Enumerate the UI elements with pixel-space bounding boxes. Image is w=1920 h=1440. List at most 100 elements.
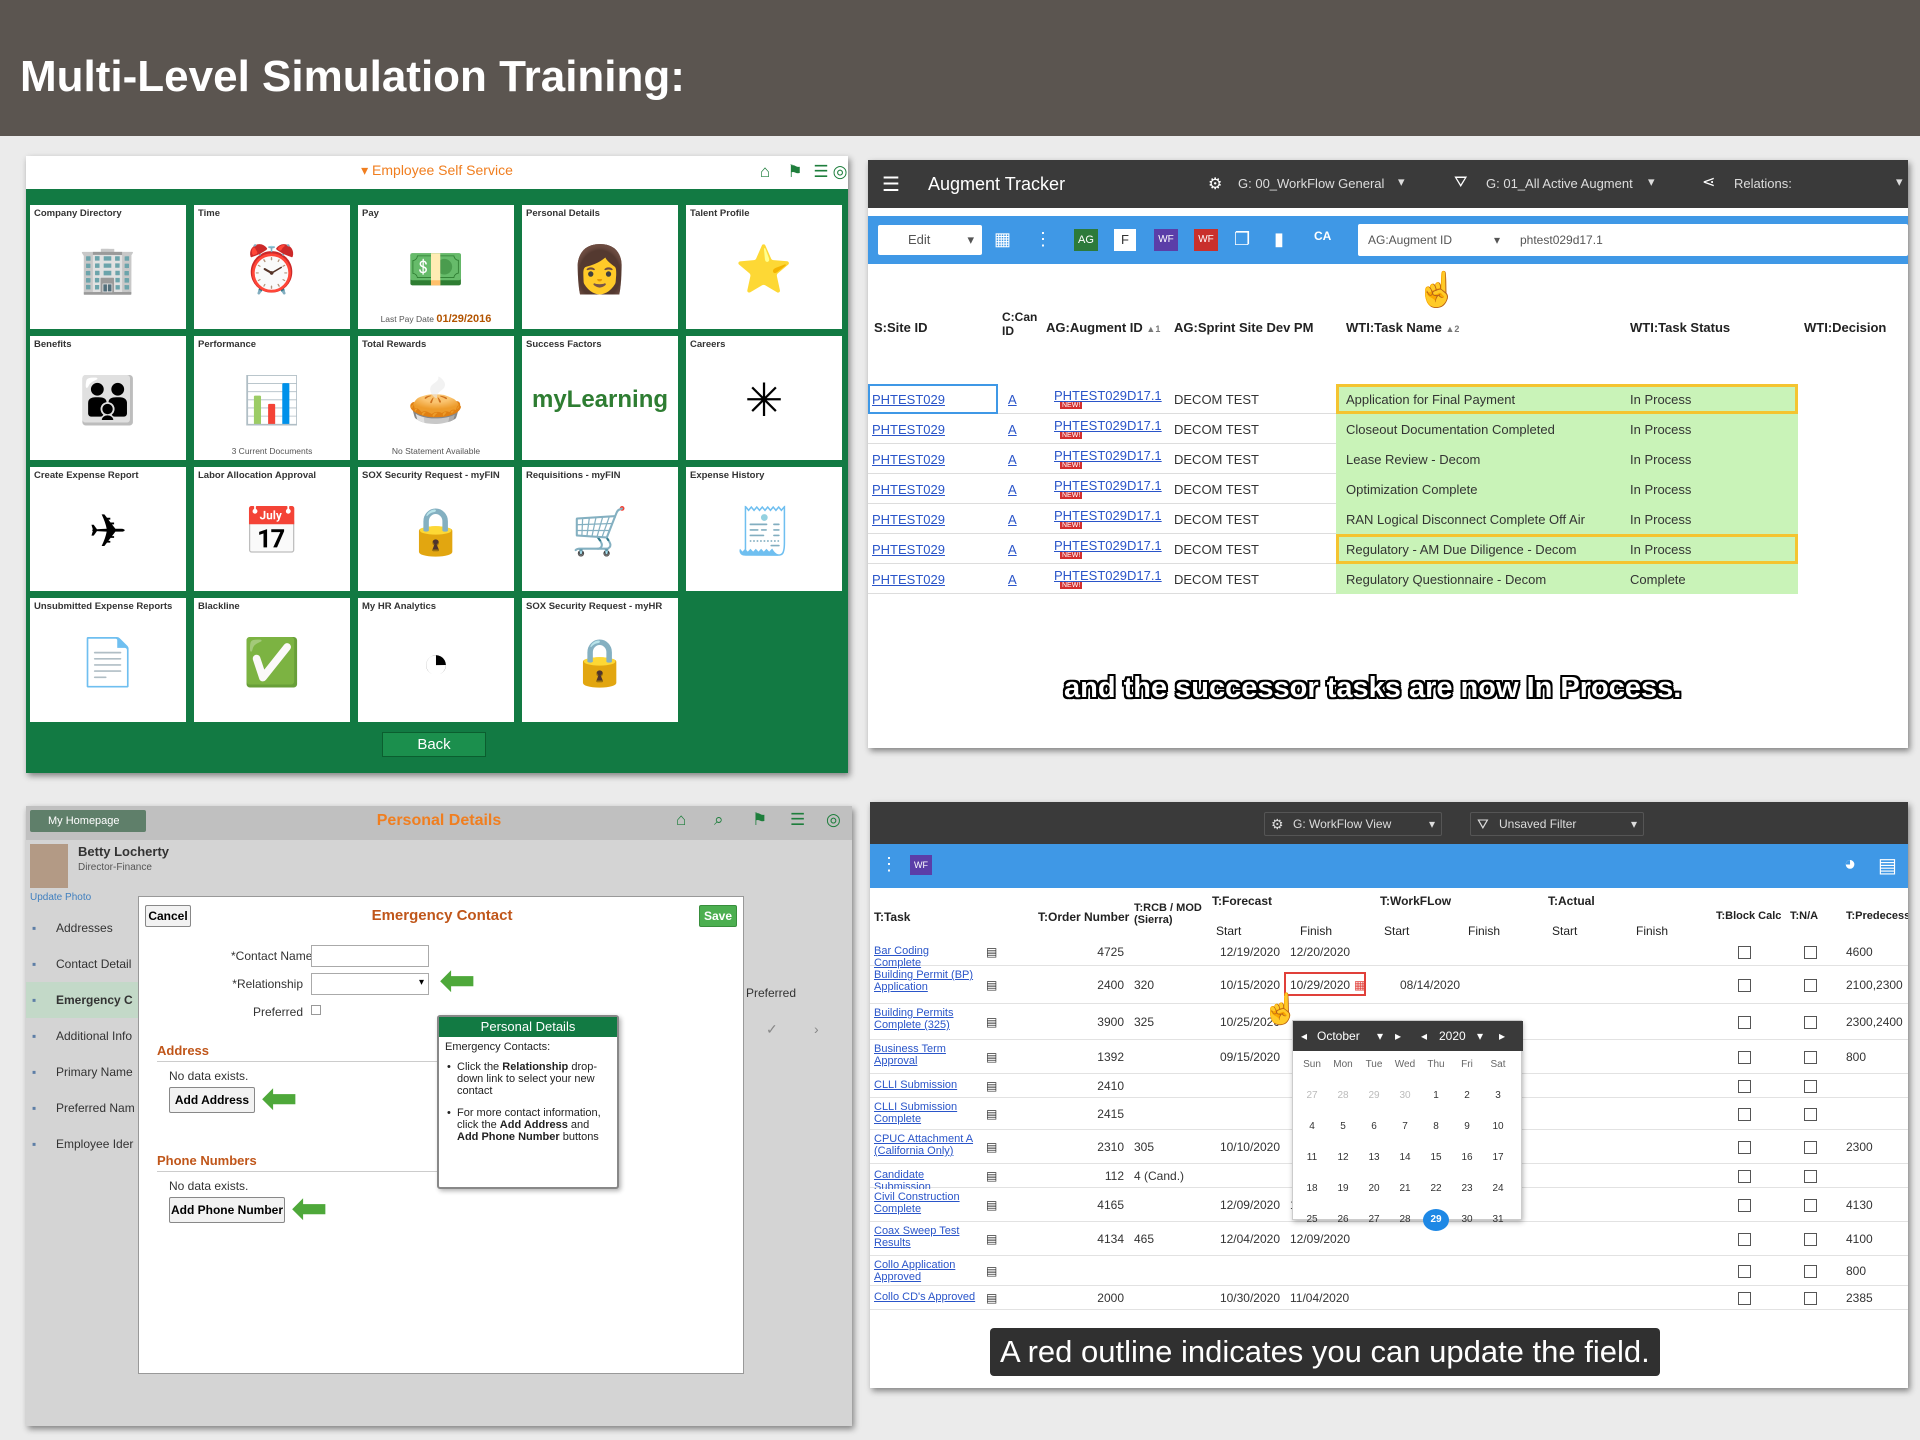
block-calc-checkbox[interactable] bbox=[1738, 946, 1751, 959]
notes-icon[interactable]: ▤ bbox=[986, 1264, 997, 1278]
col-task[interactable]: T:Task bbox=[874, 910, 910, 924]
filter-dropdown[interactable]: ⛛ Unsaved Filter ▾ bbox=[1470, 812, 1644, 836]
ca-icon[interactable]: CA bbox=[1314, 229, 1331, 243]
sub-finish[interactable]: Finish bbox=[1300, 924, 1332, 938]
chevron-down-icon[interactable]: ▾ bbox=[1377, 1029, 1383, 1043]
notes-icon[interactable]: ▤ bbox=[986, 1050, 997, 1064]
sidebar-item[interactable]: ▪ Contact Detail bbox=[26, 946, 138, 982]
col-decision[interactable]: WTI:Decision bbox=[1804, 320, 1886, 335]
task-link[interactable]: Collo CD's Approved bbox=[874, 1291, 976, 1311]
calendar-day[interactable]: 29 bbox=[1361, 1085, 1387, 1107]
workflow-icon[interactable]: WF bbox=[1154, 229, 1178, 251]
chevron-down-icon[interactable]: ▾ bbox=[1648, 174, 1655, 190]
tile[interactable]: Expense History 🧾 bbox=[686, 467, 842, 591]
chevron-right-icon[interactable]: ▸ bbox=[1499, 1029, 1505, 1043]
view-dropdown[interactable]: G: 00_WorkFlow General bbox=[1238, 176, 1384, 191]
can-id-link[interactable]: A bbox=[1008, 512, 1017, 527]
calendar-day[interactable]: 3 bbox=[1485, 1085, 1511, 1107]
table-row[interactable]: Coax Sweep Test Results ▤ 4134 465 12/04/202… bbox=[870, 1222, 1908, 1256]
can-id-link[interactable]: A bbox=[1008, 422, 1017, 437]
search-value[interactable]: phtest029d17.1 bbox=[1520, 224, 1603, 256]
tile[interactable]: Labor Allocation Approval 📅 bbox=[194, 467, 350, 591]
site-id-link[interactable]: PHTEST029 bbox=[872, 542, 945, 557]
calendar-day[interactable]: 21 bbox=[1392, 1178, 1418, 1200]
chevron-down-icon[interactable]: ▾ bbox=[1477, 1029, 1483, 1043]
menu-icon[interactable]: ☰ bbox=[790, 810, 805, 830]
add-phone-button[interactable]: Add Phone Number bbox=[169, 1197, 285, 1223]
workflow-icon[interactable]: WF bbox=[910, 855, 932, 875]
add-address-button[interactable]: Add Address bbox=[169, 1087, 255, 1113]
form-icon[interactable]: F bbox=[1114, 229, 1136, 251]
tile[interactable]: Performance 📊 3 Current Documents bbox=[194, 336, 350, 460]
task-link[interactable]: CPUC Attachment A (California Only) bbox=[874, 1133, 976, 1163]
preferred-checkbox[interactable] bbox=[311, 1005, 321, 1015]
site-id-link[interactable]: PHTEST029 bbox=[872, 452, 945, 467]
calendar-day[interactable]: 10 bbox=[1485, 1116, 1511, 1138]
na-checkbox[interactable] bbox=[1804, 1108, 1817, 1121]
task-link[interactable]: CLLI Submission Complete bbox=[874, 1101, 976, 1129]
block-calc-checkbox[interactable] bbox=[1738, 1016, 1751, 1029]
calendar-day[interactable]: 11 bbox=[1299, 1147, 1325, 1169]
forecast-finish[interactable]: 11/04/2020 bbox=[1290, 1291, 1349, 1305]
sidebar-item[interactable]: ▪ Preferred Nam bbox=[26, 1090, 138, 1126]
tile[interactable]: Total Rewards 🥧 No Statement Available bbox=[358, 336, 514, 460]
compass-icon[interactable]: ◎ bbox=[832, 161, 848, 183]
ess-section-title[interactable]: ▾ Employee Self Service bbox=[26, 162, 848, 179]
forecast-start[interactable]: 10/30/2020 bbox=[1208, 1291, 1280, 1305]
notes-icon[interactable]: ▤ bbox=[986, 978, 997, 992]
search-field-label[interactable]: AG:Augment ID bbox=[1368, 224, 1452, 256]
chevron-down-icon[interactable]: ▾ bbox=[967, 225, 974, 255]
calendar-day[interactable]: 27 bbox=[1299, 1085, 1325, 1107]
save-button[interactable]: Save bbox=[699, 905, 737, 927]
col-na[interactable]: T:N/A bbox=[1790, 910, 1818, 922]
augment-id-link[interactable]: PHTEST029D17.1 bbox=[1054, 448, 1162, 463]
sub-start[interactable]: Start bbox=[1384, 924, 1409, 938]
calendar-day[interactable]: 20 bbox=[1361, 1178, 1387, 1200]
tile[interactable]: Requisitions - myFIN 🛒 bbox=[522, 467, 678, 591]
can-id-link[interactable]: A bbox=[1008, 542, 1017, 557]
block-calc-checkbox[interactable] bbox=[1738, 1292, 1751, 1305]
table-row[interactable]: PHTEST029 A PHTEST029D17.1 NEW! DECOM TEST Le… bbox=[868, 444, 1908, 474]
year-dropdown[interactable]: 2020 bbox=[1439, 1029, 1466, 1043]
sub-start[interactable]: Start bbox=[1552, 924, 1577, 938]
task-name[interactable]: Lease Review - Decom bbox=[1346, 452, 1480, 467]
notes-icon[interactable]: ▤ bbox=[986, 1291, 997, 1305]
chevron-down-icon[interactable]: ▾ bbox=[1398, 174, 1405, 190]
chevron-left-icon[interactable]: ◂ bbox=[1301, 1029, 1307, 1043]
site-id-link[interactable]: PHTEST029 bbox=[872, 482, 945, 497]
book-icon[interactable]: ▮ bbox=[1274, 229, 1284, 250]
table-row[interactable]: Collo Application Approved ▤ 800 bbox=[870, 1256, 1908, 1286]
augment-id-link[interactable]: PHTEST029D17.1 bbox=[1054, 508, 1162, 523]
block-calc-checkbox[interactable] bbox=[1738, 1170, 1751, 1183]
tile[interactable]: Personal Details 👩 bbox=[522, 205, 678, 329]
augment-id-link[interactable]: PHTEST029D17.1 bbox=[1054, 538, 1162, 553]
search-box[interactable]: AG:Augment ID ▾ phtest029d17.1 bbox=[1358, 224, 1908, 256]
site-id-link[interactable]: PHTEST029 bbox=[872, 422, 945, 437]
task-link[interactable]: Building Permits Complete (325) bbox=[874, 1007, 976, 1039]
calendar-day[interactable]: 13 bbox=[1361, 1147, 1387, 1169]
block-calc-checkbox[interactable] bbox=[1738, 1141, 1751, 1154]
tile[interactable]: Blackline ✅ bbox=[194, 598, 350, 722]
tile[interactable]: Unsubmitted Expense Reports 📄 bbox=[30, 598, 186, 722]
col-site-id[interactable]: S:Site ID bbox=[874, 320, 927, 335]
calendar-day[interactable]: 9 bbox=[1454, 1116, 1480, 1138]
na-checkbox[interactable] bbox=[1804, 1080, 1817, 1093]
calendar-day[interactable]: 7 bbox=[1392, 1116, 1418, 1138]
table-row[interactable]: PHTEST029 A PHTEST029D17.1 NEW! DECOM TEST Re… bbox=[868, 534, 1908, 564]
sub-finish[interactable]: Finish bbox=[1636, 924, 1668, 938]
calendar-day[interactable]: 24 bbox=[1485, 1178, 1511, 1200]
table-row[interactable]: PHTEST029 A PHTEST029D17.1 NEW! DECOM TEST Op… bbox=[868, 474, 1908, 504]
block-calc-checkbox[interactable] bbox=[1738, 1051, 1751, 1064]
relations-dropdown[interactable]: Relations: bbox=[1734, 176, 1792, 191]
sub-start[interactable]: Start bbox=[1216, 924, 1241, 938]
na-checkbox[interactable] bbox=[1804, 946, 1817, 959]
sub-finish[interactable]: Finish bbox=[1468, 924, 1500, 938]
task-link[interactable]: Coax Sweep Test Results bbox=[874, 1225, 976, 1255]
task-link[interactable]: Collo Application Approved bbox=[874, 1259, 976, 1285]
tile[interactable]: Talent Profile ⭐ bbox=[686, 205, 842, 329]
col-can-id[interactable]: C:Can ID bbox=[1002, 310, 1038, 338]
calendar-day[interactable]: 23 bbox=[1454, 1178, 1480, 1200]
chevron-down-icon[interactable]: ▾ bbox=[1494, 224, 1500, 256]
chevron-down-icon[interactable]: ▾ bbox=[1896, 174, 1903, 190]
notes-icon[interactable]: ▤ bbox=[986, 1169, 997, 1183]
